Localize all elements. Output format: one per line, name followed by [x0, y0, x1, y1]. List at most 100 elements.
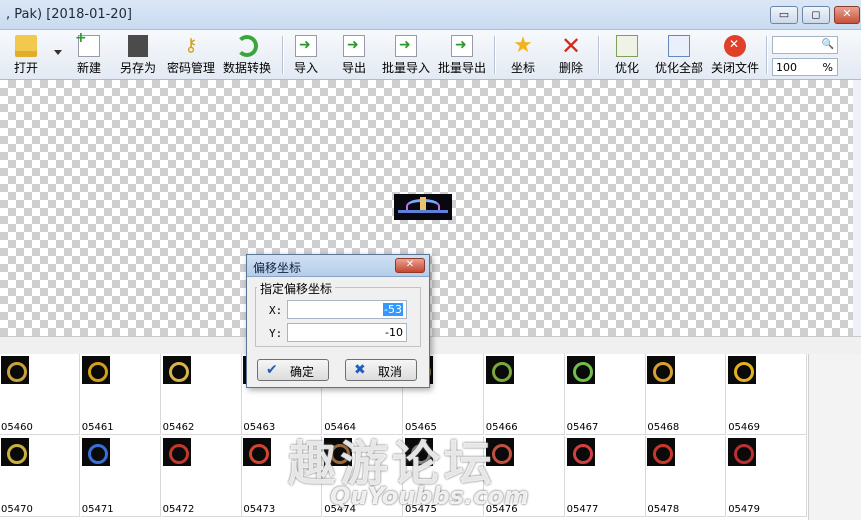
thumbnail-item[interactable]: 05461 [80, 354, 161, 435]
maximize-icon: ◻ [811, 8, 821, 21]
thumbnail-item[interactable]: 05466 [484, 354, 565, 435]
convert-button[interactable]: 数据转换 [220, 33, 274, 77]
thumbnail-caption: 05463 [243, 422, 276, 433]
group-label: 指定偏移坐标 [257, 280, 336, 297]
minimize-button[interactable]: ▭ [770, 6, 798, 24]
thumbnail-item[interactable]: 05469 [727, 354, 808, 435]
save-icon [128, 35, 148, 57]
thumbnail-item[interactable]: 05472 [161, 436, 242, 517]
search-input[interactable]: 🔍 [772, 36, 838, 54]
dialog-close-button[interactable]: ✕ [395, 258, 425, 273]
open-label: 打开 [13, 61, 38, 75]
key-icon: ⚷ [184, 35, 198, 56]
export-button[interactable]: 导出 [338, 33, 370, 77]
thumbnail-item[interactable]: 05462 [161, 354, 242, 435]
open-button[interactable]: 打开 [8, 33, 44, 77]
batch-export-label: 批量导出 [437, 61, 486, 75]
delete-label: 删除 [558, 61, 583, 75]
thumbnail-item[interactable]: 05467 [565, 354, 646, 435]
optimize-all-button[interactable]: 优化全部 [652, 33, 706, 77]
thumbnail-caption: 05468 [647, 422, 680, 433]
thumbnail-item[interactable]: 05477 [565, 436, 646, 517]
thumbnail-item[interactable]: 05479 [727, 436, 808, 517]
thumbnail-image [162, 356, 191, 384]
splitter[interactable] [0, 336, 861, 354]
thumbnail-caption: 05470 [1, 504, 33, 515]
thumbnail-caption: 05471 [81, 504, 114, 515]
ok-button[interactable]: ✔ 确定 [257, 359, 329, 381]
delete-icon: ✕ [560, 32, 582, 60]
close-window-button[interactable]: ✕ [834, 6, 860, 24]
maximize-button[interactable]: ◻ [802, 6, 830, 24]
optimize-label: 优化 [614, 61, 639, 75]
thumbnail-image [566, 438, 595, 466]
batch-export-icon [451, 35, 473, 57]
thumbnail-image [243, 438, 272, 466]
dialog-title-bar[interactable]: 偏移坐标 ✕ [247, 255, 429, 277]
save-as-button[interactable]: 另存为 [118, 33, 158, 77]
toolbar-separator [766, 36, 767, 74]
cancel-button[interactable]: ✖ 取消 [345, 359, 417, 381]
x-input[interactable]: -53 [287, 300, 407, 319]
window-title: , Pak) [2018-01-20] [6, 7, 132, 22]
batch-export-button[interactable]: 批量导出 [436, 33, 488, 77]
optimize-button[interactable]: 优化 [610, 33, 644, 77]
thumbnail-item[interactable]: 05478 [646, 436, 727, 517]
y-input[interactable]: -10 [287, 323, 407, 342]
thumbnail-image [728, 438, 757, 466]
close-icon: ✕ [405, 259, 415, 270]
sprite-preview [394, 194, 452, 220]
x-label: X: [269, 304, 283, 317]
watermark-url: QuYoubbs.com [330, 482, 529, 510]
thumbnail-item[interactable]: 05460 [0, 354, 80, 435]
thumbnail-image [647, 438, 676, 466]
new-button[interactable]: 新建 [72, 30, 106, 77]
thumbnail-caption: 05473 [243, 504, 276, 515]
title-bar: , Pak) [2018-01-20] ▭ ◻ ✕ [0, 0, 861, 30]
thumbnail-image [485, 356, 514, 384]
chevron-down-icon[interactable] [54, 50, 62, 55]
batch-import-label: 批量导入 [381, 61, 430, 75]
batch-import-icon [395, 35, 417, 57]
thumbnail-caption: 05460 [1, 422, 33, 433]
star-icon: ★ [513, 33, 533, 58]
zoom-unit: % [822, 61, 833, 74]
import-label: 导入 [293, 61, 318, 75]
cancel-icon: ✖ [354, 362, 366, 378]
search-icon[interactable]: 🔍 [822, 39, 834, 50]
canvas-scrollbar[interactable] [853, 80, 861, 336]
new-file-icon [75, 30, 100, 57]
coords-button[interactable]: ★ 坐标 [506, 33, 540, 77]
new-label: 新建 [76, 61, 101, 75]
thumbnail-image [1, 438, 29, 466]
import-button[interactable]: 导入 [290, 33, 322, 77]
folder-icon [15, 35, 37, 57]
offset-dialog: 偏移坐标 ✕ 指定偏移坐标 X: -53 Y: -10 ✔ 确定 ✖ 取消 [246, 254, 430, 388]
delete-button[interactable]: ✕ 删除 [554, 33, 588, 77]
zoom-value: 100 [776, 61, 797, 74]
close-icon: ✕ [842, 7, 852, 20]
thumbnail-image [566, 356, 595, 384]
image-canvas[interactable] [0, 80, 861, 336]
thumbnail-image [81, 438, 110, 466]
thumbnail-item[interactable]: 05468 [646, 354, 727, 435]
toolbar-separator [282, 36, 283, 74]
password-button[interactable]: ⚷ 密码管理 [164, 33, 218, 77]
thumbnail-caption: 05462 [162, 422, 195, 433]
y-value: -10 [385, 326, 403, 339]
batch-import-button[interactable]: 批量导入 [380, 33, 432, 77]
thumbnail-item[interactable]: 05470 [0, 436, 80, 517]
thumbnail-image [728, 356, 757, 384]
zoom-input[interactable]: 100 % [772, 58, 838, 76]
dialog-title: 偏移坐标 [253, 261, 302, 275]
toolbar-separator [494, 36, 495, 74]
x-value: -53 [383, 303, 403, 316]
refresh-icon [236, 35, 258, 57]
close-file-button[interactable]: 关闭文件 [708, 33, 762, 77]
thumbnail-item[interactable]: 05471 [80, 436, 161, 517]
password-label: 密码管理 [166, 61, 215, 75]
thumbnail-image [162, 438, 191, 466]
optimize-all-icon [668, 35, 690, 57]
optimize-all-label: 优化全部 [654, 61, 703, 75]
y-label: Y: [269, 327, 283, 340]
